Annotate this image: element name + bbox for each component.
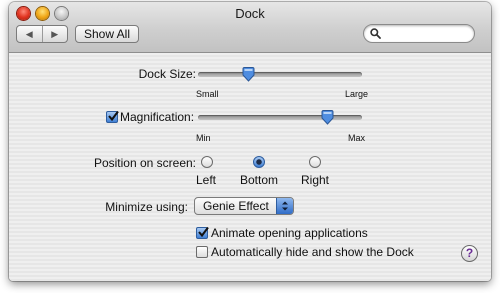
minimize-effect-popup[interactable]: Genie Effect bbox=[194, 197, 294, 215]
search-input[interactable] bbox=[384, 26, 468, 40]
magnifier-icon bbox=[370, 28, 381, 39]
show-all-button[interactable]: Show All bbox=[75, 25, 139, 43]
title-bar[interactable]: Dock ◀ ▶ Show All bbox=[9, 2, 491, 53]
dock-size-slider-track[interactable] bbox=[198, 72, 362, 77]
help-button[interactable]: ? bbox=[461, 245, 478, 262]
back-forward-control: ◀ ▶ bbox=[16, 25, 68, 43]
back-button[interactable]: ◀ bbox=[17, 26, 42, 42]
minimize-effect-value: Genie Effect bbox=[203, 199, 269, 213]
magnification-slider-thumb[interactable] bbox=[321, 110, 334, 125]
dock-size-label: Dock Size: bbox=[138, 67, 196, 81]
magnification-slider-track[interactable] bbox=[198, 115, 362, 120]
dock-size-min-label: Small bbox=[196, 89, 219, 99]
search-field[interactable] bbox=[363, 24, 475, 43]
dock-preferences-window: Dock ◀ ▶ Show All Dock Size: Small Large… bbox=[9, 2, 491, 281]
checkmark-icon bbox=[198, 226, 209, 238]
magnification-label[interactable]: Magnification: bbox=[120, 110, 194, 124]
magnification-max-label: Max bbox=[348, 133, 366, 143]
dock-size-slider-thumb[interactable] bbox=[242, 67, 255, 82]
checkmark-icon bbox=[108, 110, 119, 122]
magnification-checkbox[interactable] bbox=[106, 110, 119, 123]
dock-size-max-label: Large bbox=[345, 89, 369, 99]
position-label: Position on screen: bbox=[93, 156, 196, 170]
forward-button[interactable]: ▶ bbox=[41, 26, 68, 42]
question-mark-icon: ? bbox=[465, 246, 474, 260]
preferences-content: Dock Size: Small Large Magnification: Mi… bbox=[9, 53, 491, 281]
popup-arrows-icon bbox=[276, 198, 293, 214]
position-right-radio[interactable] bbox=[309, 156, 321, 168]
forward-arrow-icon: ▶ bbox=[51, 28, 59, 39]
animate-applications-label[interactable]: Animate opening applications bbox=[211, 226, 368, 240]
back-arrow-icon: ◀ bbox=[25, 28, 33, 39]
autohide-dock-checkbox[interactable] bbox=[196, 246, 208, 258]
position-bottom-label[interactable]: Bottom bbox=[240, 173, 278, 187]
position-right-label[interactable]: Right bbox=[301, 173, 329, 187]
autohide-dock-label[interactable]: Automatically hide and show the Dock bbox=[211, 245, 414, 259]
animate-applications-checkbox[interactable] bbox=[196, 226, 209, 239]
magnification-min-label: Min bbox=[196, 133, 211, 143]
position-bottom-radio[interactable] bbox=[253, 156, 265, 168]
position-left-label[interactable]: Left bbox=[196, 173, 216, 187]
window-title: Dock bbox=[235, 6, 265, 21]
minimize-label: Minimize using: bbox=[105, 200, 188, 214]
position-left-radio[interactable] bbox=[201, 156, 213, 168]
